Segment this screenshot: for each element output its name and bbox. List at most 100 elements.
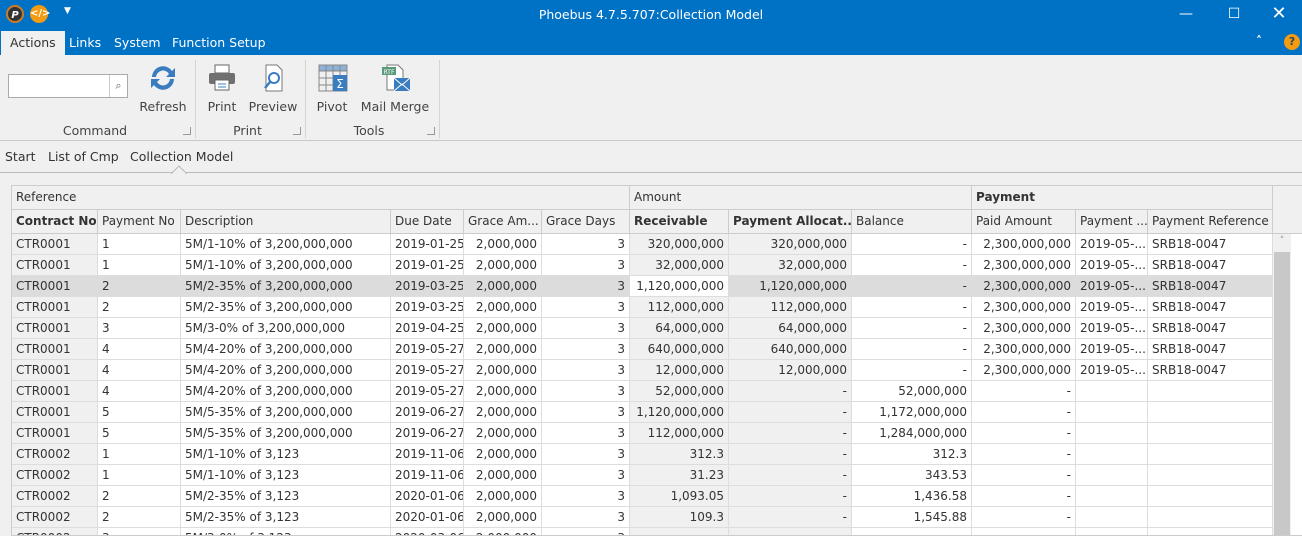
table-cell[interactable]: 2019-05-27 xyxy=(391,339,464,360)
table-row[interactable]: CTR0001 1 5M/1-10% of 3,200,000,000 2019-01… xyxy=(12,234,1273,255)
table-cell[interactable]: CTR0001 xyxy=(12,255,98,276)
table-cell[interactable]: 3 xyxy=(98,318,181,339)
table-cell[interactable]: 3 xyxy=(542,465,630,486)
print-button[interactable]: Print xyxy=(203,63,241,114)
table-row[interactable]: CTR0001 5 5M/5-35% of 3,200,000,000 2019-06… xyxy=(12,423,1273,444)
table-cell[interactable]: 31.23 xyxy=(630,465,729,486)
table-cell[interactable]: - xyxy=(729,423,852,444)
table-cell[interactable] xyxy=(1076,465,1148,486)
table-cell[interactable]: 2,300,000,000 xyxy=(972,297,1076,318)
table-cell[interactable]: 2020-01-06 xyxy=(391,507,464,528)
table-cell[interactable]: 2,300,000,000 xyxy=(972,255,1076,276)
table-cell[interactable]: 4 xyxy=(98,360,181,381)
table-cell[interactable]: - xyxy=(729,528,852,535)
table-cell[interactable]: CTR0001 xyxy=(12,276,98,297)
table-cell[interactable]: - xyxy=(729,486,852,507)
table-cell[interactable]: 2019-01-25 xyxy=(391,234,464,255)
table-cell[interactable]: 2,000,000 xyxy=(464,423,542,444)
table-cell[interactable]: 2,300,000,000 xyxy=(972,360,1076,381)
dialog-launcher-icon[interactable] xyxy=(427,127,435,135)
table-cell[interactable]: 1,120,000,000 xyxy=(630,402,729,423)
table-cell[interactable]: 2020-03-06 xyxy=(391,528,464,535)
table-cell[interactable]: 2,000,000 xyxy=(464,276,542,297)
collapse-ribbon-icon[interactable]: ˄ xyxy=(1256,34,1262,48)
table-cell[interactable]: CTR0002 xyxy=(12,486,98,507)
table-cell[interactable]: - xyxy=(852,360,972,381)
table-cell[interactable]: SRB18-0047 xyxy=(1148,318,1273,339)
table-cell[interactable]: 2 xyxy=(98,486,181,507)
minimize-button[interactable]: — xyxy=(1163,0,1209,30)
table-cell[interactable]: 2019-05-27 xyxy=(391,381,464,402)
table-cell[interactable]: - xyxy=(972,402,1076,423)
table-cell[interactable]: - xyxy=(972,465,1076,486)
table-cell[interactable]: 2 xyxy=(98,297,181,318)
table-cell[interactable]: 5M/1-10% of 3,200,000,000 xyxy=(181,255,391,276)
table-cell[interactable]: 52,000,000 xyxy=(630,381,729,402)
table-cell[interactable]: 4 xyxy=(98,339,181,360)
table-cell[interactable]: 2019-05-... xyxy=(1076,297,1148,318)
table-cell[interactable]: CTR0002 xyxy=(12,444,98,465)
maximize-button[interactable]: ☐ xyxy=(1211,0,1257,30)
table-cell[interactable]: - xyxy=(852,276,972,297)
table-cell[interactable]: - xyxy=(852,255,972,276)
column-header[interactable]: Payment Allocat... xyxy=(729,210,852,234)
breadcrumb-collection-model[interactable]: Collection Model xyxy=(130,149,233,164)
table-cell[interactable]: 32,000,000 xyxy=(729,255,852,276)
table-row[interactable]: CTR0002 2 5M/2-35% of 3,123 2020-01-06 2,000… xyxy=(12,486,1273,507)
table-cell[interactable] xyxy=(1148,444,1273,465)
table-cell[interactable]: CTR0001 xyxy=(12,360,98,381)
table-cell[interactable]: SRB18-0047 xyxy=(1148,360,1273,381)
table-cell[interactable]: 312.3 xyxy=(630,444,729,465)
table-cell[interactable]: 2020-01-06 xyxy=(391,486,464,507)
table-cell[interactable]: 4 xyxy=(98,381,181,402)
table-cell[interactable]: 2019-11-06 xyxy=(391,444,464,465)
table-cell[interactable]: 2019-03-25 xyxy=(391,297,464,318)
table-cell[interactable]: CTR0002 xyxy=(12,465,98,486)
table-cell[interactable] xyxy=(1076,507,1148,528)
table-cell[interactable]: 109.3 xyxy=(630,507,729,528)
search-input[interactable]: ⌕ xyxy=(8,74,128,98)
table-cell[interactable]: 2,300,000,000 xyxy=(972,234,1076,255)
table-cell[interactable]: 5M/5-35% of 3,200,000,000 xyxy=(181,423,391,444)
table-cell[interactable]: 312.3 xyxy=(852,444,972,465)
table-cell[interactable]: - xyxy=(972,444,1076,465)
table-cell[interactable] xyxy=(1148,528,1273,535)
table-row[interactable]: CTR0001 1 5M/1-10% of 3,200,000,000 2019-01… xyxy=(12,255,1273,276)
preview-button[interactable]: Preview xyxy=(248,63,298,114)
table-cell[interactable]: SRB18-0047 xyxy=(1148,276,1273,297)
table-cell[interactable]: 320,000,000 xyxy=(729,234,852,255)
table-cell[interactable]: SRB18-0047 xyxy=(1148,297,1273,318)
table-cell[interactable]: CTR0001 xyxy=(12,318,98,339)
table-cell[interactable]: - xyxy=(729,465,852,486)
table-row[interactable]: CTR0001 4 5M/4-20% of 3,200,000,000 2019-05… xyxy=(12,381,1273,402)
table-row[interactable]: CTR0001 5 5M/5-35% of 3,200,000,000 2019-06… xyxy=(12,402,1273,423)
table-cell[interactable]: 5 xyxy=(98,402,181,423)
table-cell[interactable]: - xyxy=(972,381,1076,402)
table-cell[interactable]: 1,436.58 xyxy=(852,486,972,507)
table-cell[interactable]: 32,000,000 xyxy=(630,255,729,276)
table-cell[interactable]: 2 xyxy=(98,276,181,297)
table-cell[interactable]: 2,000,000 xyxy=(464,339,542,360)
column-header[interactable]: Due Date xyxy=(391,210,464,234)
table-cell[interactable]: 2,000,000 xyxy=(464,360,542,381)
tab-links[interactable]: Links xyxy=(60,31,110,55)
table-cell[interactable]: 343.53 xyxy=(852,465,972,486)
table-cell[interactable]: 112,000,000 xyxy=(630,297,729,318)
table-row[interactable]: CTR0001 3 5M/3-0% of 3,200,000,000 2019-04-… xyxy=(12,318,1273,339)
close-button[interactable]: ✕ xyxy=(1256,0,1302,30)
table-cell[interactable]: - xyxy=(729,402,852,423)
tab-function-setup[interactable]: Function Setup xyxy=(163,31,275,55)
table-cell[interactable]: CTR0001 xyxy=(12,234,98,255)
dialog-launcher-icon[interactable] xyxy=(293,127,301,135)
table-cell[interactable]: - xyxy=(972,528,1076,535)
table-cell[interactable]: 2019-05-27 xyxy=(391,360,464,381)
table-cell[interactable] xyxy=(1076,402,1148,423)
table-cell[interactable]: SRB18-0047 xyxy=(1148,234,1273,255)
table-cell[interactable]: CTR0002 xyxy=(12,507,98,528)
table-row[interactable]: CTR0001 2 5M/2-35% of 3,200,000,000 2019-03… xyxy=(12,297,1273,318)
table-cell[interactable]: 5M/2-35% of 3,123 xyxy=(181,486,391,507)
tab-actions[interactable]: Actions xyxy=(1,31,65,55)
table-cell[interactable]: 2019-04-25 xyxy=(391,318,464,339)
table-cell[interactable] xyxy=(1076,423,1148,444)
column-header[interactable]: Grace Am... xyxy=(464,210,542,234)
